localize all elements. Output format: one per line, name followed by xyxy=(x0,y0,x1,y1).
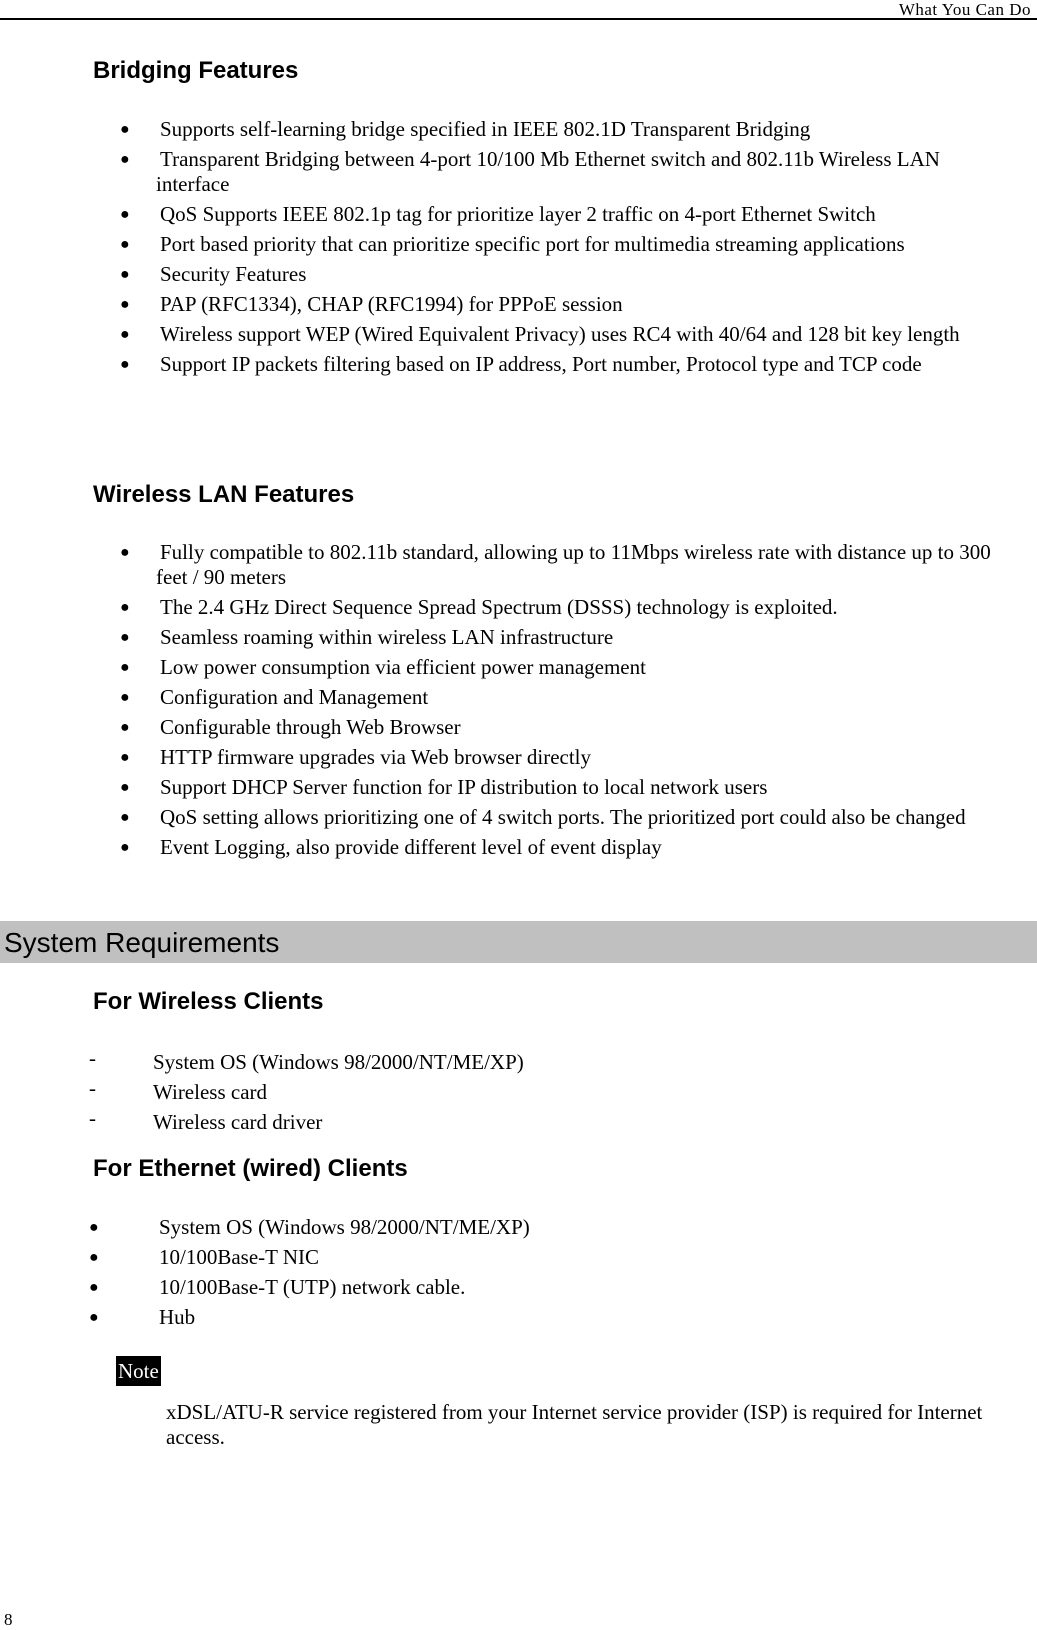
list-item: ● Support DHCP Server function for IP dis… xyxy=(0,775,996,800)
bridging-features-list: ● Supports self-learning bridge specified… xyxy=(0,117,996,382)
list-item: ● The 2.4 GHz Direct Sequence Spread Spec… xyxy=(0,595,996,620)
list-item-text: The 2.4 GHz Direct Sequence Spread Spect… xyxy=(160,595,838,619)
list-item-text: HTTP firmware upgrades via Web browser d… xyxy=(160,745,592,769)
list-item-text: Seamless roaming within wireless LAN inf… xyxy=(160,625,614,649)
list-item: ● Supports self-learning bridge specified… xyxy=(0,117,996,142)
list-item: - Wireless card xyxy=(0,1076,524,1105)
list-item: ● Wireless support WEP (Wired Equivalent … xyxy=(0,322,996,347)
list-item: ● 10/100Base-T NIC xyxy=(0,1245,530,1270)
bullet-icon: ● xyxy=(120,839,130,856)
list-item-text: Wireless card xyxy=(153,1080,268,1104)
list-item-text: Hub xyxy=(159,1305,196,1329)
list-item-text: Wireless card driver xyxy=(153,1110,323,1134)
dash-marker-icon: - xyxy=(89,1106,96,1130)
list-item-text: Support DHCP Server function for IP dist… xyxy=(160,775,768,799)
list-item-text: PAP (RFC1334), CHAP (RFC1994) for PPPoE … xyxy=(160,292,623,316)
bullet-icon: ● xyxy=(89,1309,99,1326)
bullet-icon: ● xyxy=(120,236,130,253)
list-item: ● HTTP firmware upgrades via Web browser … xyxy=(0,745,996,770)
list-item-text: Low power consumption via efficient powe… xyxy=(160,655,646,679)
list-item: ● 10/100Base-T (UTP) network cable. xyxy=(0,1275,530,1300)
dash-marker-icon: - xyxy=(89,1046,96,1070)
list-item: ● Seamless roaming within wireless LAN in… xyxy=(0,625,996,650)
wireless-clients-heading: For Wireless Clients xyxy=(93,988,324,1015)
bullet-icon: ● xyxy=(89,1279,99,1296)
ethernet-clients-list: ● System OS (Windows 98/2000/NT/ME/XP) ● 10… xyxy=(0,1215,530,1335)
bullet-icon: ● xyxy=(120,266,130,283)
bullet-icon: ● xyxy=(120,296,130,313)
list-item: ● Configurable through Web Browser xyxy=(0,715,996,740)
system-requirements-banner: System Requirements xyxy=(0,921,1037,963)
list-item: ● Transparent Bridging between 4-port 10/… xyxy=(0,147,996,197)
list-item-text: Security Features xyxy=(160,262,307,286)
wireless-lan-features-list: ● Fully compatible to 802.11b standard, a… xyxy=(0,540,996,865)
list-item-text: Supports self-learning bridge specified … xyxy=(160,117,811,141)
bullet-icon: ● xyxy=(120,719,130,736)
list-item-text: QoS setting allows prioritizing one of 4… xyxy=(160,805,966,829)
note-text: xDSL/ATU-R service registered from your … xyxy=(166,1400,983,1449)
list-item: ● Low power consumption via efficient pow… xyxy=(0,655,996,680)
list-item: ● System OS (Windows 98/2000/NT/ME/XP) xyxy=(0,1215,530,1240)
list-item-text: Transparent Bridging between 4-port 10/1… xyxy=(156,147,940,196)
list-item: ● Port based priority that can prioritize… xyxy=(0,232,996,257)
list-item-text: Port based priority that can prioritize … xyxy=(160,232,905,256)
bullet-icon: ● xyxy=(120,121,130,138)
list-item-text: Configuration and Management xyxy=(160,685,429,709)
system-requirements-heading: System Requirements xyxy=(4,927,280,958)
bullet-icon: ● xyxy=(120,151,130,168)
list-item-text: Event Logging, also provide different le… xyxy=(160,835,662,859)
list-item: ● QoS Supports IEEE 802.1p tag for priori… xyxy=(0,202,996,227)
bullet-icon: ● xyxy=(120,356,130,373)
list-item: ● Support IP packets filtering based on I… xyxy=(0,352,996,377)
list-item-text: Fully compatible to 802.11b standard, al… xyxy=(156,540,991,589)
header-rule xyxy=(0,18,1037,20)
list-item: ● PAP (RFC1334), CHAP (RFC1994) for PPPoE… xyxy=(0,292,996,317)
list-item-text: System OS (Windows 98/2000/NT/ME/XP) xyxy=(159,1215,530,1239)
bullet-icon: ● xyxy=(120,749,130,766)
wireless-clients-list: - System OS (Windows 98/2000/NT/ME/XP) - Wi… xyxy=(0,1046,524,1140)
list-item-text: Configurable through Web Browser xyxy=(160,715,461,739)
list-item-text: Support IP packets filtering based on IP… xyxy=(160,352,922,376)
list-item: - Wireless card driver xyxy=(0,1106,524,1135)
list-item-text: 10/100Base-T NIC xyxy=(159,1245,320,1269)
note-label: Note xyxy=(116,1356,161,1386)
bullet-icon: ● xyxy=(89,1219,99,1236)
page-number: 8 xyxy=(4,1610,13,1629)
bullet-icon: ● xyxy=(89,1249,99,1266)
bullet-icon: ● xyxy=(120,629,130,646)
list-item: ● Event Logging, also provide different l… xyxy=(0,835,996,860)
bullet-icon: ● xyxy=(120,809,130,826)
bullet-icon: ● xyxy=(120,599,130,616)
list-item: - System OS (Windows 98/2000/NT/ME/XP) xyxy=(0,1046,524,1075)
ethernet-clients-heading: For Ethernet (wired) Clients xyxy=(93,1155,408,1182)
bullet-icon: ● xyxy=(120,779,130,796)
list-item-text: QoS Supports IEEE 802.1p tag for priorit… xyxy=(160,202,876,226)
bullet-icon: ● xyxy=(120,689,130,706)
dash-marker-icon: - xyxy=(89,1076,96,1100)
list-item-text: 10/100Base-T (UTP) network cable. xyxy=(159,1275,466,1299)
list-item-text: Wireless support WEP (Wired Equivalent P… xyxy=(160,322,960,346)
list-item: ● Hub xyxy=(0,1305,530,1330)
bullet-icon: ● xyxy=(120,206,130,223)
bridging-features-heading: Bridging Features xyxy=(93,57,299,84)
bullet-icon: ● xyxy=(120,326,130,343)
list-item-text: System OS (Windows 98/2000/NT/ME/XP) xyxy=(153,1050,524,1074)
list-item: ● QoS setting allows prioritizing one of … xyxy=(0,805,996,830)
list-item: ● Security Features xyxy=(0,262,996,287)
list-item: ● Configuration and Management xyxy=(0,685,996,710)
running-header: What You Can Do xyxy=(898,0,1031,19)
bullet-icon: ● xyxy=(120,659,130,676)
bullet-icon: ● xyxy=(120,544,130,561)
wireless-lan-features-heading: Wireless LAN Features xyxy=(93,481,355,508)
list-item: ● Fully compatible to 802.11b standard, a… xyxy=(0,540,996,590)
